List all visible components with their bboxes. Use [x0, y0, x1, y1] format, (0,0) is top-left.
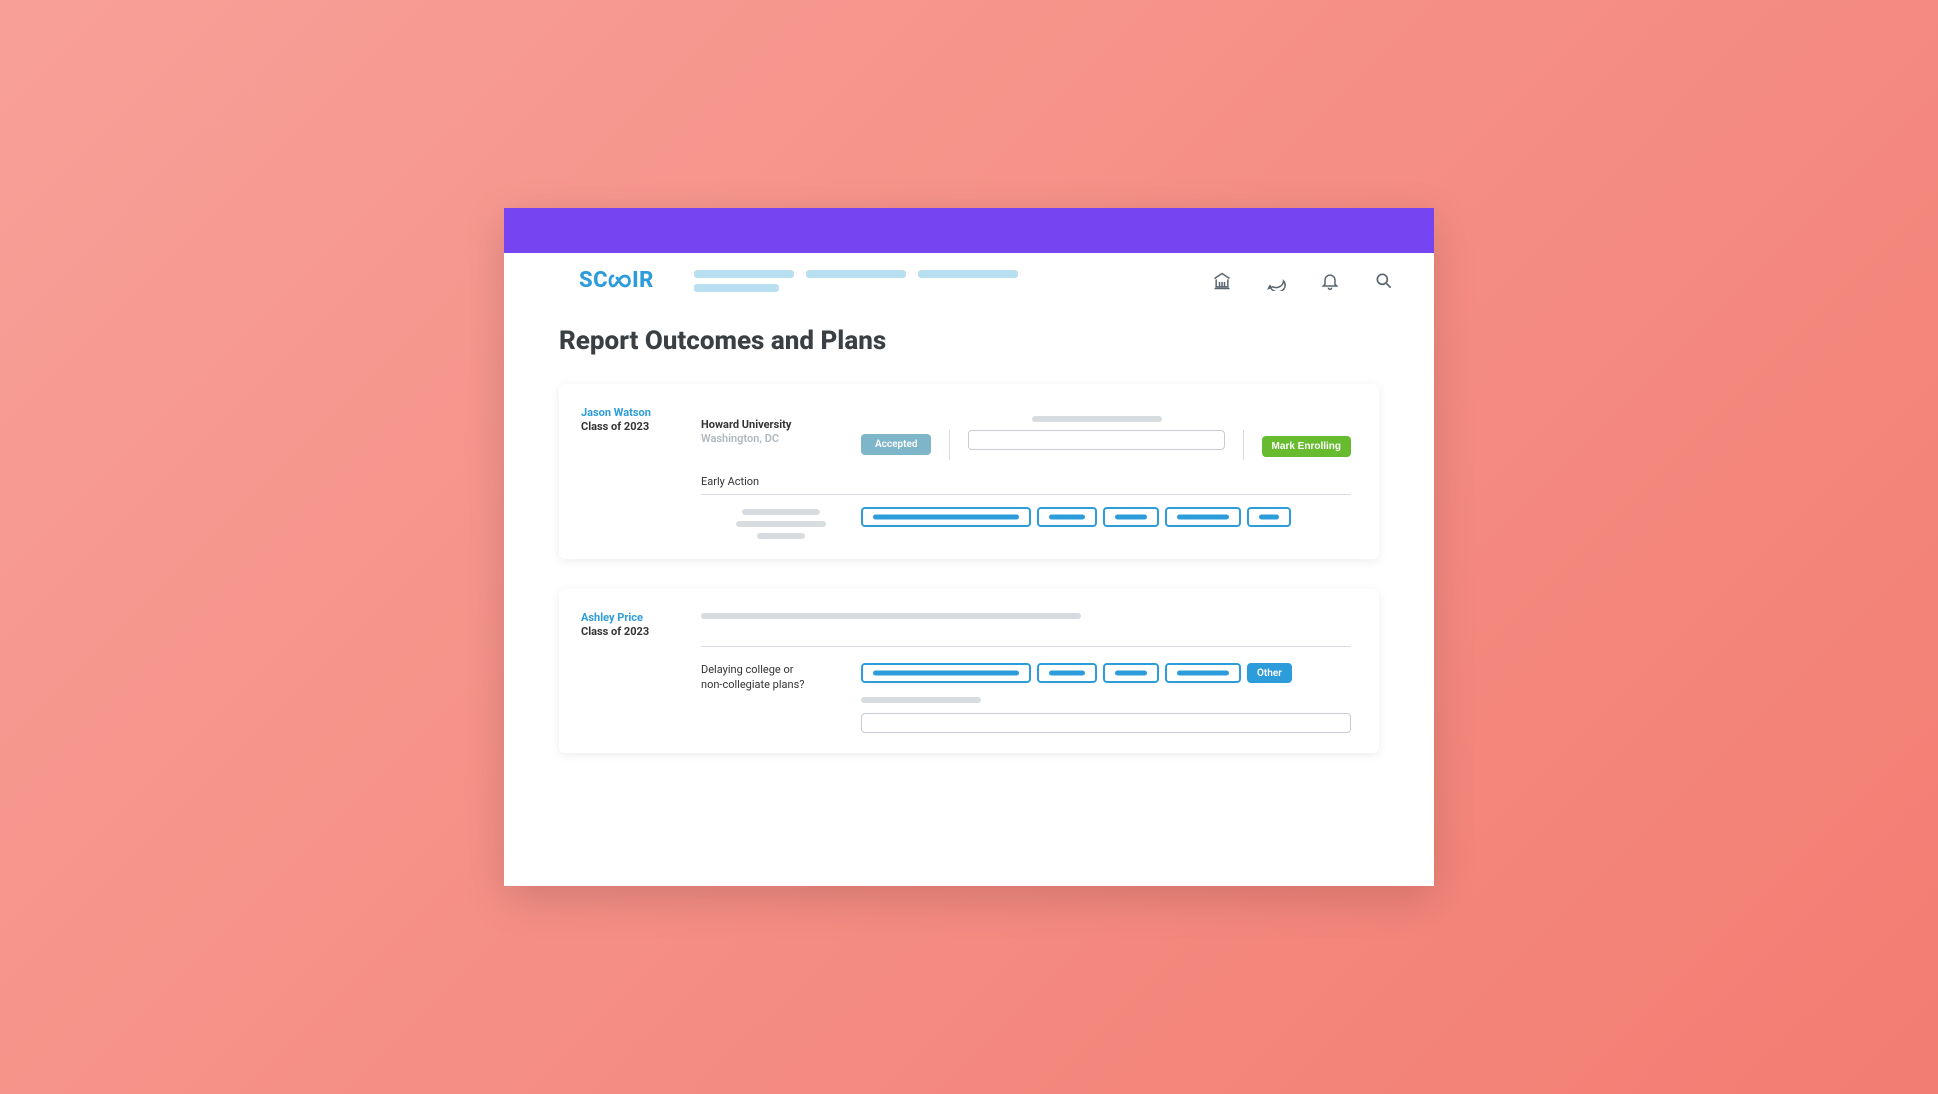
top-accent-bar — [504, 208, 1434, 253]
nav-link-placeholder[interactable] — [694, 284, 779, 292]
plan-options-row: Other — [861, 663, 1351, 683]
other-details-input[interactable] — [861, 713, 1351, 733]
page-title: Report Outcomes and Plans — [559, 326, 1379, 356]
student-name-link[interactable]: Jason Watson — [581, 406, 701, 420]
placeholder-bar — [736, 521, 826, 527]
delay-prompt-line2: non-collegiate plans? — [701, 678, 861, 692]
plan-options-row — [861, 507, 1351, 527]
plan-option-button[interactable] — [1103, 663, 1159, 683]
placeholder-bar — [742, 509, 820, 515]
university-location: Washington, DC — [701, 432, 861, 445]
nav-link-placeholder[interactable] — [918, 270, 1018, 278]
notes-input[interactable] — [968, 430, 1224, 450]
placeholder-bar — [701, 613, 1081, 619]
application-type: Early Action — [701, 475, 861, 488]
divider — [701, 494, 1351, 495]
student-info: Jason Watson Class of 2023 — [581, 406, 701, 433]
university-name: Howard University — [701, 418, 861, 431]
institution-icon[interactable] — [1212, 271, 1232, 291]
chat-icon[interactable] — [1266, 271, 1286, 291]
logo[interactable]: SC IR — [579, 268, 654, 293]
nav-link-placeholder[interactable] — [694, 270, 794, 278]
plan-option-button[interactable] — [861, 507, 1031, 527]
logo-text-left: SC — [579, 268, 608, 293]
notes-column — [950, 406, 1242, 450]
status-badge-accepted: Accepted — [861, 434, 931, 455]
logo-text-right: IR — [632, 268, 654, 293]
search-icon[interactable] — [1374, 271, 1394, 291]
student-class-label: Class of 2023 — [581, 420, 701, 433]
summary-placeholder — [701, 611, 1081, 619]
bell-icon[interactable] — [1320, 271, 1340, 291]
university-info: Howard University Washington, DC Early A… — [701, 406, 861, 488]
plan-option-button[interactable] — [1247, 507, 1291, 527]
plan-option-button[interactable] — [1037, 663, 1097, 683]
app-window: SC IR — [504, 208, 1434, 886]
logo-infinity-icon — [607, 274, 633, 288]
page-content: Report Outcomes and Plans Jason Watson C… — [504, 308, 1434, 813]
student-card: Ashley Price Class of 2023 Delaying coll… — [559, 589, 1379, 753]
field-label-placeholder — [861, 697, 981, 703]
plan-option-button[interactable] — [861, 663, 1031, 683]
mark-enrolling-button[interactable]: Mark Enrolling — [1262, 436, 1351, 457]
student-name-link[interactable]: Ashley Price — [581, 611, 701, 625]
nav-icons-group — [1212, 271, 1394, 291]
plan-option-other-button[interactable]: Other — [1247, 663, 1292, 683]
nav-link-placeholder[interactable] — [806, 270, 906, 278]
delay-prompt: Delaying college or non-collegiate plans… — [701, 663, 861, 733]
placeholder-bar — [757, 533, 805, 539]
plan-option-button[interactable] — [1037, 507, 1097, 527]
nav-links-placeholder-group — [694, 270, 1018, 292]
student-card: Jason Watson Class of 2023 Howard Univer… — [559, 384, 1379, 559]
divider — [701, 646, 1351, 647]
delay-prompt-line1: Delaying college or — [701, 663, 861, 677]
student-info: Ashley Price Class of 2023 — [581, 611, 701, 638]
student-class-label: Class of 2023 — [581, 625, 701, 638]
other-details-section — [861, 697, 1351, 733]
nav-header: SC IR — [504, 253, 1434, 308]
plan-option-button[interactable] — [1165, 507, 1241, 527]
plan-option-button[interactable] — [1103, 507, 1159, 527]
plan-option-button[interactable] — [1165, 663, 1241, 683]
prompt-placeholder-group — [701, 507, 861, 539]
field-label-placeholder — [1032, 416, 1162, 422]
